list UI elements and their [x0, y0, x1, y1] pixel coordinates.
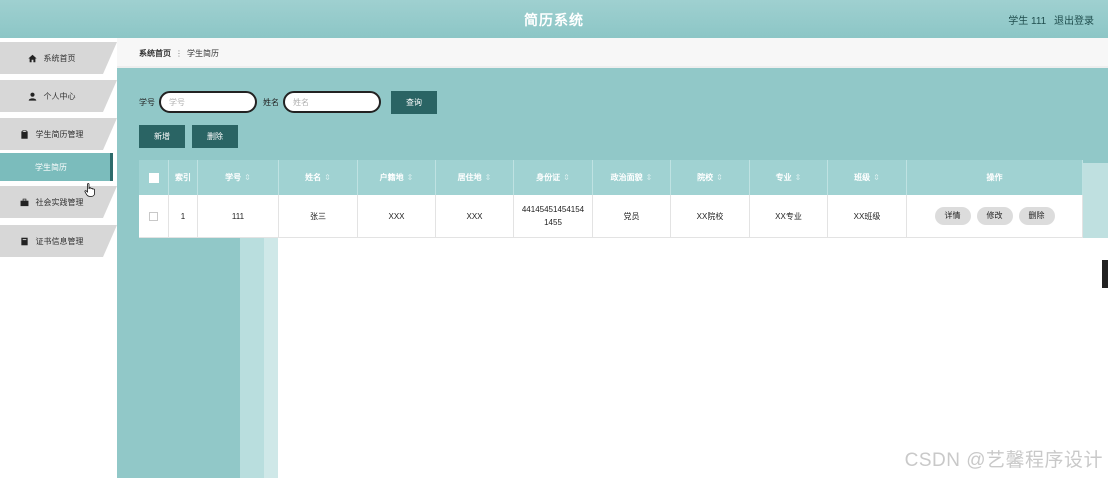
main-content: 系统首页⋮学生简历 学号 姓名 查询 新增 删除 索引 学号⇕ 姓名⇕ 户籍地⇕… [117, 38, 1108, 478]
sidebar-item-home[interactable]: 系统首页 [0, 42, 117, 74]
sort-icon[interactable]: ⇕ [716, 173, 723, 182]
delete-selected-button[interactable]: 删除 [192, 125, 238, 148]
col-header-hukou[interactable]: 户籍地 ⇕ [358, 160, 436, 195]
sort-icon[interactable]: ⇕ [407, 173, 414, 182]
cell-id-card: 441454514541541455 [514, 195, 593, 237]
sidebar-item-label: 个人中心 [43, 91, 76, 101]
sidebar-item-label: 证书信息管理 [35, 236, 84, 246]
edge-scroll-handle[interactable] [1102, 260, 1108, 288]
cell-name: 张三 [279, 195, 358, 237]
edit-button[interactable]: 修改 [976, 207, 1013, 225]
briefcase-icon [20, 197, 30, 207]
current-user: 学生 111 [1008, 16, 1047, 27]
col-header-label: 班级 [854, 173, 871, 182]
sidebar-subitem-student-resume[interactable]: 学生简历 [0, 153, 113, 181]
col-header-major[interactable]: 专业 ⇕ [750, 160, 828, 195]
breadcrumb-separator: ⋮ [175, 49, 183, 58]
col-header-label: 操作 [986, 173, 1003, 182]
sidebar-item-resume-management[interactable]: 学生简历管理 [0, 118, 117, 150]
cell-index: 1 [169, 195, 198, 237]
table-header: 索引 学号 ⇕ 姓名 ⇕ 户籍地 ⇕ 居住地 ⇕ 身份证 ⇕ 政治面貌 ⇕ 院校 ⇕ 专业 ⇕ … [139, 160, 1083, 195]
divider [117, 66, 1108, 68]
app-title: 简历系统 [524, 12, 584, 28]
clipboard-icon [20, 129, 30, 139]
col-header-label: 居住地 [457, 173, 482, 182]
col-header-name[interactable]: 姓名 ⇕ [279, 160, 358, 195]
cell-student-no: 111 [198, 195, 279, 237]
decorative-band [264, 238, 278, 478]
col-header-label: 政治面貌 [610, 173, 643, 182]
col-header-actions: 操作 [907, 160, 1083, 195]
row-checkbox[interactable] [149, 211, 158, 221]
cell-hukou: XXX [358, 195, 436, 237]
user-area: 学生 111 退出登录 [1003, 12, 1094, 27]
cell-school: XX院校 [671, 195, 750, 237]
breadcrumb: 系统首页 ⋮ 学生简历 [139, 48, 219, 59]
select-all-checkbox[interactable] [148, 172, 159, 183]
sidebar-item-personal-center[interactable]: 个人中心 [0, 80, 117, 112]
decorative-band [1083, 163, 1108, 238]
name-input[interactable] [283, 91, 381, 113]
table-row[interactable]: 1 111 张三 XXX XXX 441454514541541455 党员 X… [139, 195, 1083, 238]
col-header-id-card[interactable]: 身份证 ⇕ [514, 160, 593, 195]
logout-link[interactable]: 退出登录 [1054, 16, 1094, 27]
col-header-political[interactable]: 政治面貌 ⇕ [593, 160, 671, 195]
sidebar-item-label: 系统首页 [43, 53, 76, 63]
home-icon [28, 53, 38, 63]
cell-political: 党员 [593, 195, 671, 237]
cell-major: XX专业 [750, 195, 828, 237]
sidebar-item-certificates[interactable]: 证书信息管理 [0, 225, 117, 257]
action-bar: 新增 删除 [139, 125, 238, 148]
sort-icon[interactable]: ⇕ [795, 173, 802, 182]
select-all-cell [139, 160, 169, 195]
sidebar-item-label: 学生简历管理 [35, 129, 84, 139]
col-header-label: 户籍地 [379, 173, 404, 182]
delete-button[interactable]: 删除 [1018, 207, 1055, 225]
sort-icon[interactable]: ⇕ [873, 173, 880, 182]
cell-residence: XXX [436, 195, 514, 237]
sort-icon[interactable]: ⇕ [646, 173, 653, 182]
search-form: 学号 姓名 查询 [139, 90, 437, 114]
sidebar-item-label: 社会实践管理 [35, 197, 84, 207]
hand-cursor-icon [84, 183, 95, 197]
col-header-label: 姓名 [305, 173, 322, 182]
content-panel [278, 238, 1108, 478]
book-icon [20, 236, 30, 246]
breadcrumb-current: 学生简历 [187, 49, 219, 58]
cell-class: XX班级 [828, 195, 907, 237]
col-header-index: 索引 [169, 160, 198, 195]
query-button[interactable]: 查询 [391, 90, 437, 114]
col-header-class[interactable]: 班级 ⇕ [828, 160, 907, 195]
col-header-student-no[interactable]: 学号 ⇕ [198, 160, 279, 195]
detail-button[interactable]: 详情 [934, 207, 971, 225]
row-select-cell [139, 195, 169, 237]
sort-icon[interactable]: ⇕ [324, 173, 331, 182]
cell-actions: 详情 修改 删除 [907, 195, 1083, 237]
top-bar: 简历系统 学生 111 退出登录 [0, 0, 1108, 38]
student-no-input[interactable] [159, 91, 257, 113]
col-header-label: 院校 [697, 173, 714, 182]
resume-table: 索引 学号 ⇕ 姓名 ⇕ 户籍地 ⇕ 居住地 ⇕ 身份证 ⇕ 政治面貌 ⇕ 院校 ⇕ 专业 ⇕ … [139, 160, 1083, 238]
breadcrumb-bar: 系统首页 ⋮ 学生简历 [117, 38, 1108, 67]
student-no-label: 学号 [139, 97, 155, 107]
col-header-residence[interactable]: 居住地 ⇕ [436, 160, 514, 195]
name-label: 姓名 [263, 97, 279, 107]
user-icon [28, 91, 38, 101]
col-header-label: 索引 [175, 173, 191, 182]
sort-icon[interactable]: ⇕ [485, 173, 492, 182]
sort-icon[interactable]: ⇕ [563, 173, 570, 182]
sidebar: 系统首页 个人中心 学生简历管理 学生简历 社会实践管理 证书信息管理 [0, 38, 117, 478]
breadcrumb-home[interactable]: 系统首页 [139, 49, 171, 58]
watermark: CSDN @艺馨程序设计 [904, 450, 1103, 471]
sort-icon[interactable]: ⇕ [244, 173, 251, 182]
col-header-school[interactable]: 院校 ⇕ [671, 160, 750, 195]
col-header-label: 身份证 [536, 173, 561, 182]
decorative-band [240, 238, 264, 478]
add-button[interactable]: 新增 [139, 125, 185, 148]
col-header-label: 专业 [775, 173, 792, 182]
col-header-label: 学号 [225, 173, 242, 182]
